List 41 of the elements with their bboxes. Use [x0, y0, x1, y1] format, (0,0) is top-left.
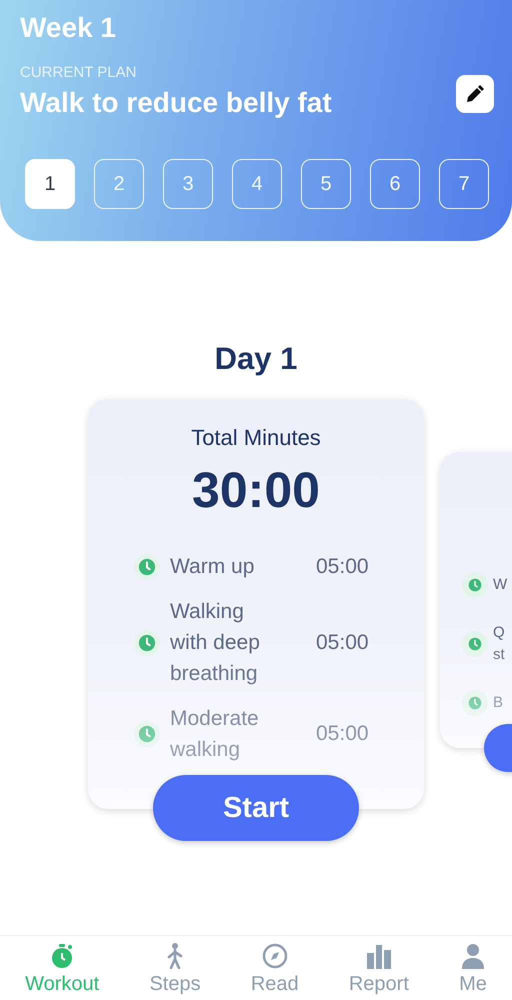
clock-icon: [468, 637, 482, 651]
exercise-name: B: [493, 693, 504, 713]
stopwatch-icon: [50, 943, 74, 969]
clock-icon: [468, 578, 482, 592]
plan-label: CURRENT PLAN: [20, 64, 138, 81]
day-tab[interactable]: 1: [25, 159, 75, 209]
clock-icon: [138, 634, 156, 652]
exercise-time: 05:00: [316, 630, 369, 654]
total-label: Total Minutes: [191, 425, 321, 451]
week-title: Week 1: [20, 12, 116, 44]
clock-icon: [138, 558, 156, 576]
nav-tab[interactable]: Me: [455, 942, 491, 996]
compass-icon: [262, 943, 288, 969]
walking-person-icon: [166, 943, 184, 969]
day-tab[interactable]: 6: [370, 159, 420, 209]
exercise-time: 05:00: [316, 554, 369, 578]
exercise-time: 05:00: [316, 722, 369, 746]
nav-tab[interactable]: Read: [246, 942, 303, 996]
day-tab[interactable]: 5: [301, 159, 351, 209]
exercise-name: Walking with deep breathing: [170, 599, 261, 687]
day-tab[interactable]: 4: [232, 159, 282, 209]
clock-icon: [138, 725, 156, 743]
plan-name: Walk to reduce belly fat: [20, 87, 332, 119]
bar-chart-icon: [366, 943, 392, 969]
exercise-name: Moderate walking: [170, 706, 260, 763]
day-tab[interactable]: 7: [439, 159, 489, 209]
exercise-name: Warm up: [170, 554, 256, 580]
day-tab[interactable]: 2: [94, 159, 144, 209]
start-button[interactable]: Start: [153, 775, 359, 841]
pencil-icon: [465, 84, 485, 104]
person-icon: [460, 943, 485, 969]
nav-tab[interactable]: Report: [344, 942, 413, 996]
exercise-name: W: [493, 575, 507, 595]
total-time: 30:00: [192, 461, 320, 519]
edit-button[interactable]: [456, 75, 494, 113]
exercise-name: Q st: [493, 623, 506, 665]
day-title: Day 1: [214, 341, 298, 376]
clock-icon: [468, 696, 482, 710]
day-tab[interactable]: 3: [163, 159, 213, 209]
nav-tab[interactable]: Steps: [145, 942, 205, 996]
nav-tab[interactable]: Workout: [21, 942, 104, 996]
